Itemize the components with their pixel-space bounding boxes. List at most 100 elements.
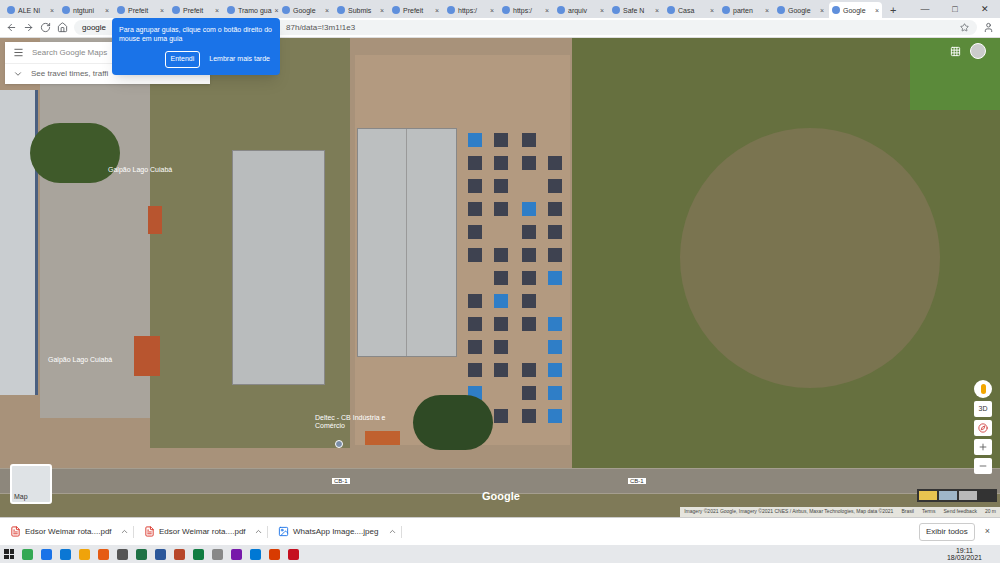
container (468, 156, 482, 170)
tab-close-button[interactable]: × (765, 7, 769, 14)
tab-close-button[interactable]: × (490, 7, 494, 14)
browser-tab[interactable]: Prefeit× (389, 2, 442, 18)
attribution-item[interactable]: Send feedback (944, 508, 977, 516)
show-all-button[interactable]: Exibir todos (919, 523, 975, 541)
browser-tab[interactable]: Google× (774, 2, 827, 18)
attribution-item[interactable]: Terms (922, 508, 936, 516)
tab-close-button[interactable]: × (710, 7, 714, 14)
tab-close-button[interactable]: × (655, 7, 659, 14)
tab-label: Safe N (623, 7, 652, 14)
zoom-out-button[interactable] (974, 458, 992, 474)
tab-label: arquiv (568, 7, 597, 14)
tab-close-button[interactable]: × (380, 7, 384, 14)
taskbar-app-icon[interactable] (79, 549, 90, 560)
container (522, 409, 536, 423)
forward-icon[interactable] (23, 22, 34, 33)
profile-icon[interactable] (983, 22, 994, 33)
browser-tab[interactable]: Prefeit× (114, 2, 167, 18)
browser-tab[interactable]: Google× (829, 2, 882, 18)
tab-close-button[interactable]: × (435, 7, 439, 14)
download-item[interactable]: WhatsApp Image....jpeg (274, 526, 402, 538)
taskbar-app-icon[interactable] (212, 549, 223, 560)
compass-button[interactable] (974, 420, 992, 436)
tab-close-button[interactable]: × (875, 7, 879, 14)
browser-tab[interactable]: Safe N× (609, 2, 662, 18)
browser-tab[interactable]: Submis× (334, 2, 387, 18)
chevron-icon (13, 69, 23, 79)
browser-tab[interactable]: arquiv× (554, 2, 607, 18)
reload-icon[interactable] (40, 22, 51, 33)
window-control-button[interactable]: □ (940, 0, 970, 18)
layers-button[interactable]: Map (10, 464, 52, 504)
place-label[interactable]: Galpão Lago Cuiabá (108, 166, 172, 173)
favicon-icon (502, 6, 510, 14)
taskbar-app-icon[interactable] (155, 549, 166, 560)
tip-primary-button[interactable]: Entendi (165, 51, 201, 68)
taskbar-app-icon[interactable] (60, 549, 71, 560)
browser-tab[interactable]: https:/× (499, 2, 552, 18)
menu-icon[interactable] (13, 47, 24, 58)
place-pin-icon[interactable] (335, 440, 343, 448)
bookmark-icon[interactable] (960, 23, 969, 32)
taskbar-app-icon[interactable] (136, 549, 147, 560)
place-label[interactable]: Deltec - CB Indústria e Comércio (315, 414, 405, 429)
attribution-item[interactable]: Brasil (901, 508, 914, 516)
download-item[interactable]: Edsor Weimar rota....pdf (140, 526, 268, 538)
close-downloads-button[interactable]: × (981, 525, 994, 539)
chevron-icon[interactable] (388, 527, 397, 536)
tab-label: ntgtuni (73, 7, 102, 14)
tip-secondary-button[interactable]: Lembrar mais tarde (206, 52, 273, 67)
browser-tab[interactable]: https:/× (444, 2, 497, 18)
taskbar-app-icon[interactable] (250, 549, 261, 560)
browser-tab[interactable]: Prefeit× (169, 2, 222, 18)
new-tab-button[interactable]: + (884, 2, 902, 18)
zoom-in-button[interactable] (974, 439, 992, 455)
tab-close-button[interactable]: × (215, 7, 219, 14)
browser-tab[interactable]: ntgtuni× (59, 2, 112, 18)
home-icon[interactable] (57, 22, 68, 33)
apps-icon[interactable] (950, 46, 961, 57)
container (522, 386, 536, 400)
taskbar-app-icon[interactable] (98, 549, 109, 560)
taskbar-app-icon[interactable] (269, 549, 280, 560)
avatar-icon[interactable] (970, 43, 986, 59)
window-control-button[interactable]: — (910, 0, 940, 18)
browser-tab[interactable]: ALE NI× (4, 2, 57, 18)
tab-close-button[interactable]: × (160, 7, 164, 14)
browser-tab[interactable]: Google× (279, 2, 332, 18)
taskbar-app-icon[interactable] (174, 549, 185, 560)
tab-close-button[interactable]: × (105, 7, 109, 14)
tab-close-button[interactable]: × (820, 7, 824, 14)
map-canvas[interactable]: Galpão Lago Cuiabá Galpão Lago Cuiabá Delt… (0, 38, 1000, 517)
taskbar-app-icon[interactable] (288, 549, 299, 560)
pegman-icon[interactable] (974, 380, 992, 398)
pdf-icon (10, 526, 21, 537)
start-icon[interactable] (4, 549, 14, 559)
image-icon (278, 526, 289, 537)
taskbar-app-icon[interactable] (41, 549, 52, 560)
tab-close-button[interactable]: × (50, 7, 54, 14)
taskbar-app-icon[interactable] (231, 549, 242, 560)
window-control-button[interactable]: ✕ (970, 0, 1000, 18)
taskbar-app-icon[interactable] (117, 549, 128, 560)
tab-close-button[interactable]: × (325, 7, 329, 14)
roof (148, 206, 162, 234)
browser-tab[interactable]: Tramo gua× (224, 2, 277, 18)
tab-close-button[interactable]: × (600, 7, 604, 14)
back-icon[interactable] (6, 22, 17, 33)
attribution-item[interactable]: 20 m (985, 508, 996, 516)
tab-close-button[interactable]: × (545, 7, 549, 14)
taskbar-app-icon[interactable] (22, 549, 33, 560)
chevron-icon[interactable] (254, 527, 263, 536)
download-item[interactable]: Edsor Weimar rota....pdf (6, 526, 134, 538)
tab-label: https:/ (513, 7, 542, 14)
chevron-icon[interactable] (120, 527, 129, 536)
favicon-icon (62, 6, 70, 14)
place-label[interactable]: Galpão Lago Cuiabá (48, 356, 112, 363)
clock[interactable]: 19:1118/03/2021 (947, 547, 982, 561)
warehouse (232, 150, 325, 385)
browser-tab[interactable]: Casa× (664, 2, 717, 18)
3d-button[interactable]: 3D (974, 401, 992, 417)
browser-tab[interactable]: parten× (719, 2, 772, 18)
taskbar-app-icon[interactable] (193, 549, 204, 560)
